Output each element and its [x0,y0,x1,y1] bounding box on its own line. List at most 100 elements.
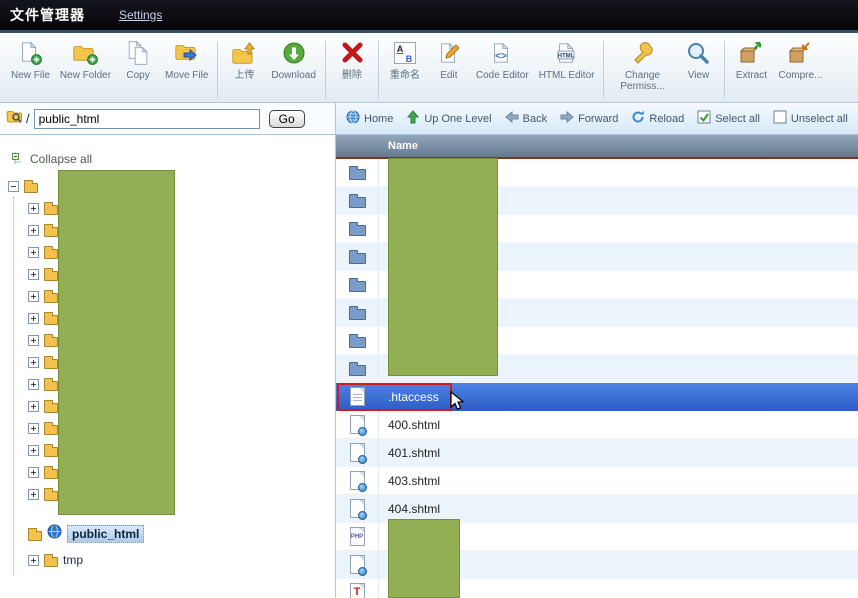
expand-node-icon[interactable] [28,378,39,390]
folder-icon [44,223,58,237]
toolbar-label: View [687,70,710,81]
nav-home[interactable]: Home [346,110,393,127]
toolbar-label: Move File [165,70,209,81]
rename-button[interactable]: AB 重命名 [383,38,427,81]
folder-icon [348,193,366,208]
move-file-icon [165,38,208,68]
delete-button[interactable]: 删除 [330,38,374,81]
folder-icon [348,361,366,376]
nav-label: Forward [578,112,619,125]
toolbar-label: Download [271,70,316,81]
expand-node-icon[interactable] [28,290,39,302]
folder-icon [44,267,58,281]
shtml-file-icon [349,415,367,436]
expand-node-icon[interactable] [28,444,39,456]
expand-node-icon[interactable] [28,202,39,214]
expand-node-icon[interactable] [28,422,39,434]
html-editor-button[interactable]: HTML HTML Editor [534,38,600,81]
toolbar-label: New Folder [59,70,112,81]
file-row-htaccess[interactable]: .htaccess [336,383,858,411]
file-row[interactable]: 401.shtml [336,439,858,467]
file-list-header[interactable]: Name [336,135,858,159]
folder-icon [348,249,366,264]
reload-icon [631,110,645,127]
titlebar: 文件管理器 Settings [0,0,858,30]
expand-node-icon[interactable] [28,554,39,566]
svg-text:<>: <> [495,51,507,62]
nav-forward[interactable]: Forward [560,110,618,127]
expand-node-icon[interactable] [28,268,39,280]
settings-link[interactable]: Settings [119,8,162,22]
toolbar-label: 上传 [234,70,255,81]
app-title: 文件管理器 [10,7,85,23]
nav-label: Reload [649,112,685,125]
file-name: 401.shtml [388,445,441,460]
nav-back[interactable]: Back [504,110,548,127]
path-section: / Go [0,103,336,134]
toolbar-label: Extract [735,70,768,81]
compress-button[interactable]: Compre... [773,38,827,81]
toolbar-label: New File [11,70,50,81]
new-file-button[interactable]: New File [6,38,55,81]
file-name: .htaccess [388,389,439,404]
new-folder-icon [60,38,111,68]
expand-node-icon[interactable] [28,466,39,478]
folder-icon [44,465,58,479]
nav-label: Select all [715,112,760,125]
nav-up-one-level[interactable]: Up One Level [406,110,492,127]
nav-label: Back [522,112,548,125]
path-input[interactable] [33,108,260,129]
html-editor-icon: HTML [539,38,595,68]
nav-bar: Home Up One Level Back Forward Reload Se… [336,103,858,134]
folder-icon [44,421,58,435]
change-permissions-button[interactable]: Change Permiss... [608,38,676,92]
code-editor-button[interactable]: <> Code Editor [471,38,534,81]
upload-button[interactable]: 上传 [222,38,266,81]
delete-icon [335,38,369,68]
extract-button[interactable]: Extract [729,38,773,81]
folder-icon [348,221,366,236]
shtml-file-icon [349,443,367,464]
view-button[interactable]: View [676,38,720,81]
tree-node-public-html[interactable]: public_html [0,523,335,545]
file-row[interactable]: 400.shtml [336,411,858,439]
folder-icon [44,553,58,567]
collapse-node-icon[interactable] [8,180,19,192]
new-file-icon [11,38,50,68]
move-file-button[interactable]: Move File [160,38,213,81]
folder-icon [44,333,58,347]
nav-select-all[interactable]: Select all [697,110,760,127]
file-name: 400.shtml [388,417,441,432]
svg-text:B: B [406,54,413,64]
collapse-all[interactable]: Collapse all [0,149,335,169]
nav-label: Unselect all [790,112,848,125]
tree-label-public-html: public_html [67,525,145,543]
toolbar-separator [724,41,726,99]
download-button[interactable]: Download [266,38,320,81]
nav-unselect-all[interactable]: Unselect all [773,110,848,127]
toolbar-separator [377,41,379,99]
folder-icon [44,201,58,215]
tree-node-tmp[interactable]: tmp [0,549,335,571]
expand-node-icon[interactable] [28,224,39,236]
expand-node-icon[interactable] [28,488,39,500]
nav-reload[interactable]: Reload [631,110,684,127]
expand-node-icon[interactable] [28,400,39,412]
pathbar: / Go Home Up One Level Back Forward [0,103,858,135]
expand-node-icon[interactable] [28,246,39,258]
file-row[interactable]: 403.shtml [336,467,858,495]
folder-icon [348,165,366,180]
collapse-all-icon [12,151,25,168]
forward-arrow-icon [560,110,574,127]
code-editor-icon: <> [476,38,529,68]
edit-button[interactable]: Edit [427,38,471,81]
new-folder-button[interactable]: New Folder [55,38,116,81]
expand-node-icon[interactable] [28,334,39,346]
toolbar-label: Compre... [778,70,823,81]
expand-node-icon[interactable] [28,312,39,324]
expand-node-icon[interactable] [28,356,39,368]
go-button[interactable]: Go [268,109,305,128]
copy-button[interactable]: Copy [116,38,160,81]
folder-icon [348,333,366,348]
shtml-file-icon [349,555,367,576]
